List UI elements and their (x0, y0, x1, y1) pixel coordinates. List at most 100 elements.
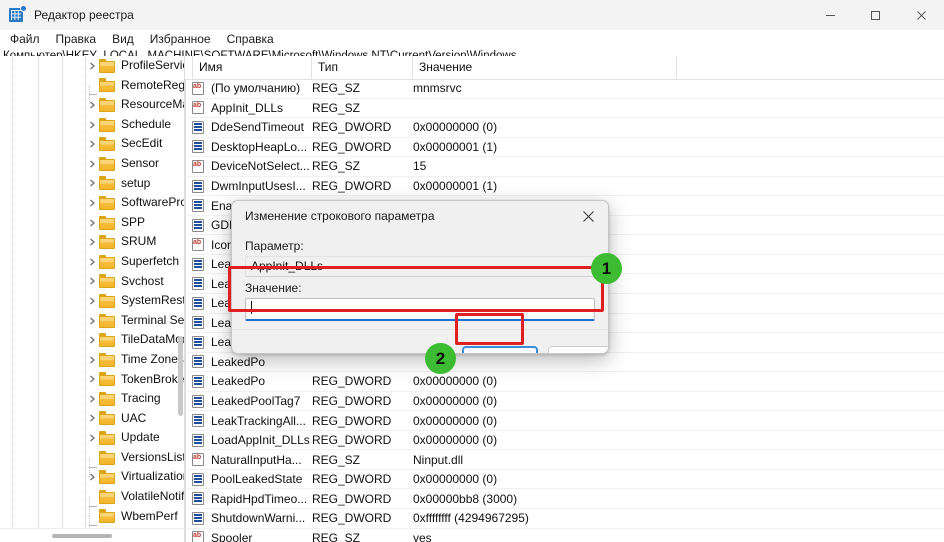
tree-item-update[interactable]: Update (0, 428, 184, 448)
value-name-text: NaturalInputHa... (211, 452, 302, 467)
chevron-right-icon[interactable] (85, 61, 99, 71)
table-row[interactable]: ab (По умолчанию) REG_SZ mnmsrvc (185, 79, 944, 99)
chevron-right-icon[interactable] (85, 159, 99, 169)
dword-value-icon (192, 394, 206, 408)
value-input[interactable] (245, 298, 595, 321)
maximize-icon[interactable] (853, 0, 898, 30)
value-type-cell: REG_DWORD (312, 511, 392, 526)
tree-item-srum[interactable]: SRUM (0, 232, 184, 252)
close-icon[interactable] (568, 201, 608, 232)
tree-horizontal-scrollbar[interactable] (0, 528, 184, 542)
dword-value-icon (192, 257, 206, 271)
tree-vertical-scrollbar[interactable] (178, 336, 183, 416)
table-row[interactable]: LoadAppInit_DLLs REG_DWORD 0x00000000 (0) (185, 431, 944, 451)
tree-item-sensor[interactable]: Sensor (0, 154, 184, 174)
value-name-cell: LoadAppInit_DLLs (185, 433, 312, 447)
chevron-right-icon[interactable] (85, 218, 99, 228)
chevron-right-icon[interactable] (85, 276, 99, 286)
chevron-right-icon[interactable] (85, 472, 99, 482)
cancel-button[interactable]: Отмена (548, 346, 608, 353)
chevron-right-icon[interactable] (85, 394, 99, 404)
table-row[interactable]: LeakTrackingAll... REG_DWORD 0x00000000 (0… (185, 411, 944, 431)
tree-item-uac[interactable]: UAC (0, 409, 184, 429)
chevron-right-icon[interactable] (85, 316, 99, 326)
table-row[interactable]: ab Spooler REG_SZ yes (185, 529, 944, 542)
dialog-body: Параметр: AppInit_DLLs Значение: OK Отме… (232, 233, 608, 353)
value-name-cell: DwmInputUsesI... (185, 179, 312, 193)
chevron-right-icon[interactable] (85, 120, 99, 130)
tree-item-superfetch[interactable]: Superfetch (0, 252, 184, 272)
tree-item-resourceman[interactable]: ResourceMan (0, 95, 184, 115)
chevron-right-icon[interactable] (85, 355, 99, 365)
menu-item-file[interactable]: Файл (2, 30, 48, 49)
chevron-right-icon[interactable] (85, 178, 99, 188)
table-row[interactable]: DwmInputUsesI... REG_DWORD 0x00000001 (1) (185, 177, 944, 197)
table-row[interactable]: ab DeviceNotSelect... REG_SZ 15 (185, 157, 944, 177)
tree-item-softwareprot[interactable]: SoftwareProt (0, 193, 184, 213)
table-row[interactable]: ab NaturalInputHa... REG_SZ Ninput.dll (185, 450, 944, 470)
chevron-right-icon[interactable] (85, 413, 99, 423)
tree-item-spp[interactable]: SPP (0, 213, 184, 233)
chevron-right-icon[interactable] (85, 296, 99, 306)
value-type-cell: REG_SZ (312, 159, 361, 174)
chevron-right-icon[interactable] (85, 374, 99, 384)
column-header-value[interactable]: Значение (413, 56, 677, 79)
value-name-text: DdeSendTimeout (211, 120, 304, 135)
menu-item-view[interactable]: Вид (104, 30, 142, 49)
dword-value-icon (192, 433, 206, 447)
table-row[interactable]: DdeSendTimeout REG_DWORD 0x00000000 (0) (185, 118, 944, 138)
chevron-right-icon[interactable] (85, 100, 99, 110)
tree-item-wbemperf[interactable]: WbemPerf (0, 507, 184, 528)
string-value-icon: ab (192, 531, 206, 542)
folder-icon (99, 195, 116, 210)
menu-item-help[interactable]: Справка (219, 30, 282, 49)
registry-tree-pane: ProfileService RemoteRegis ResourceMan Sche… (0, 56, 185, 542)
table-row[interactable]: ShutdownWarni... REG_DWORD 0xffffffff (429… (185, 509, 944, 529)
tree-item-label: SoftwareProt (121, 195, 184, 210)
chevron-right-icon[interactable] (85, 257, 99, 267)
column-header-type[interactable]: Тип (312, 56, 413, 79)
folder-icon (99, 274, 116, 289)
tree-item-terminal-serv[interactable]: Terminal Serv (0, 311, 184, 331)
tree-item-versionslist[interactable]: VersionsList (0, 448, 184, 478)
table-row[interactable]: ab AppInit_DLLs REG_SZ (185, 99, 944, 119)
tree-item-tracing[interactable]: Tracing (0, 389, 184, 409)
value-name-text: LeakedPoolTag7 (211, 394, 301, 409)
tree-item-remoteregis[interactable]: RemoteRegis (0, 76, 184, 105)
tree-item-setup[interactable]: setup (0, 174, 184, 194)
table-row[interactable]: LeakedPoolTag7 REG_DWORD 0x00000000 (0) (185, 392, 944, 412)
tree-item-schedule[interactable]: Schedule (0, 115, 184, 135)
chevron-right-icon[interactable] (85, 335, 99, 345)
menu-item-favorites[interactable]: Избранное (142, 30, 219, 49)
tree-item-volatilenotifi[interactable]: VolatileNotifi (0, 487, 184, 517)
tree-item-tokenbroker[interactable]: TokenBroker (0, 370, 184, 390)
chevron-right-icon[interactable] (85, 237, 99, 247)
table-row[interactable]: RapidHpdTimeo... REG_DWORD 0x00000bb8 (300… (185, 489, 944, 510)
ok-button[interactable]: OK (462, 346, 538, 353)
table-row[interactable]: DesktopHeapLo... REG_DWORD 0x00000001 (1) (185, 138, 944, 158)
tree-item-time-zones[interactable]: Time Zones (0, 350, 184, 370)
table-row[interactable]: LeakedPo (185, 353, 944, 373)
minimize-icon[interactable] (808, 0, 853, 30)
chevron-right-icon[interactable] (85, 198, 99, 208)
value-type-cell: REG_SZ (312, 100, 361, 115)
menu-item-edit[interactable]: Правка (48, 30, 105, 49)
tree-item-secedit[interactable]: SecEdit (0, 134, 184, 154)
tree-item-profileservice[interactable]: ProfileService (0, 56, 184, 76)
column-header-extra[interactable] (677, 56, 937, 79)
close-icon[interactable] (898, 0, 944, 30)
tree-item-label: Superfetch (121, 253, 180, 268)
value-type-cell: REG_SZ (312, 530, 361, 542)
tree-item-label: SPP (121, 214, 146, 229)
table-row[interactable]: PoolLeakedState REG_DWORD 0x00000000 (0) (185, 470, 944, 490)
tree-item-systemrestor[interactable]: SystemRestor (0, 291, 184, 311)
tree-item-tiledatamode[interactable]: TileDataMode (0, 330, 184, 350)
tree-scrollbar-thumb[interactable] (52, 534, 112, 538)
chevron-right-icon[interactable] (85, 139, 99, 149)
value-type-cell: REG_DWORD (312, 413, 392, 428)
tree-item-svchost[interactable]: Svchost (0, 272, 184, 292)
tree-item-virtualization[interactable]: Virtualization (0, 467, 184, 487)
table-row[interactable]: LeakedPo REG_DWORD 0x00000000 (0) (185, 372, 944, 392)
column-header-name[interactable]: Имя (193, 56, 312, 79)
chevron-right-icon[interactable] (85, 433, 99, 443)
